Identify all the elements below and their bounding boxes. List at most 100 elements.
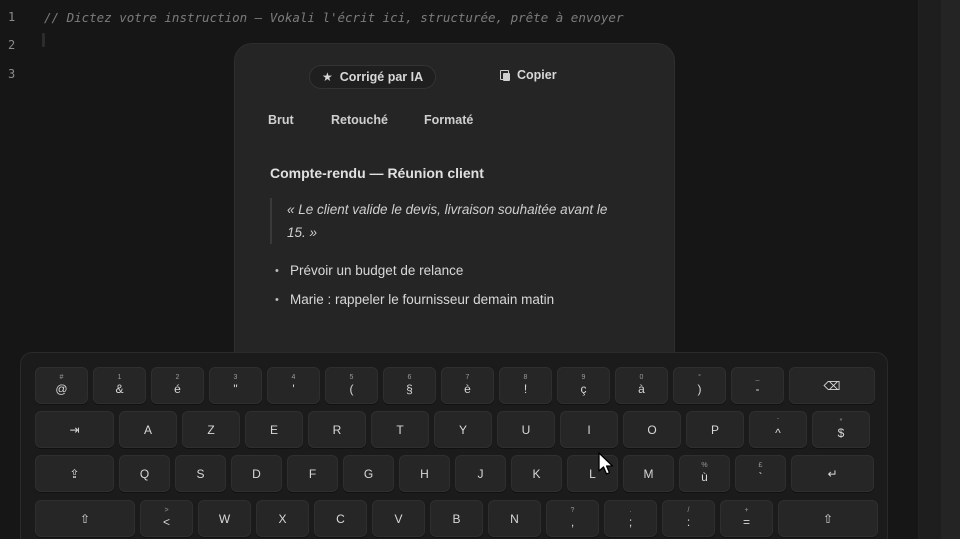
key-secondary-label: 5 [349,374,354,381]
mouse-pointer-icon [598,452,614,475]
key[interactable]: 8! [499,367,552,404]
key[interactable]: 0à [615,367,668,404]
list-item: Marie : rappeler le fournisseur demain m… [275,289,554,318]
key[interactable]: /: [662,500,715,537]
tab-retouche[interactable]: Retouché [331,113,388,127]
shift-key[interactable]: ⇧ [778,500,878,537]
editor-line[interactable]: 1 // Dictez votre instruction — Vokali l… [0,10,900,30]
key[interactable]: 5( [325,367,378,404]
tab-formate[interactable]: Formaté [424,113,473,127]
key-label: U [521,422,531,437]
key[interactable]: > < [140,500,193,537]
key[interactable]: _ - [731,367,784,404]
key-u[interactable]: U [497,411,555,448]
comment-text: // Dictez votre instruction — Vokali l'é… [44,10,624,25]
key-label: S [196,466,205,481]
key-label: , [570,515,575,529]
key-h[interactable]: H [399,455,450,492]
key-label: ! [523,382,528,396]
key-t[interactable]: T [371,411,429,448]
key-secondary-label: 9 [581,374,586,381]
virtual-keyboard: # @1 & 2 é 3 " 4 ' 5(6 § 7 è 8! 9 ç 0 à °) _ - ⌫ ⇥ A Z E R T Y U I O P ¨ ^… [20,352,888,539]
key-label: B [452,511,461,526]
key-g[interactable]: G [343,455,394,492]
tab-brut[interactable]: Brut [268,113,294,127]
key-secondary-label: 6 [407,374,412,381]
key-j[interactable]: J [455,455,506,492]
key-n[interactable]: N [488,500,541,537]
tab-key[interactable]: ⇥ [35,411,114,448]
key-a[interactable]: A [119,411,177,448]
caps-lock-key[interactable]: ⇪ [35,455,114,492]
key-e[interactable]: E [245,411,303,448]
key-i[interactable]: I [560,411,618,448]
key-v[interactable]: V [372,500,425,537]
key-label: ⇥ [69,422,80,437]
key-secondary-label: % [701,462,708,469]
key[interactable]: + = [720,500,773,537]
bullet-list: Prévoir un budget de relance Marie : rap… [275,260,554,318]
key-secondary-label: 7 [465,374,470,381]
key-label: C [336,511,345,526]
key[interactable]: .; [604,500,657,537]
key-secondary-label: ¨ [776,418,780,425]
key-x[interactable]: X [256,500,309,537]
backspace-key[interactable]: ⌫ [789,367,875,404]
key-label: H [420,466,429,481]
copy-button[interactable]: Copier [500,68,557,82]
key-label: ù [701,470,708,484]
key[interactable]: % ù [679,455,730,492]
key-label: ; [628,515,633,529]
key-f[interactable]: F [287,455,338,492]
key-label: P [710,422,719,437]
key[interactable]: 2é [151,367,204,404]
key[interactable]: 1 & [93,367,146,404]
key[interactable]: ?, [546,500,599,537]
key-k[interactable]: K [511,455,562,492]
key-z[interactable]: Z [182,411,240,448]
editor-scrollbar[interactable] [918,0,960,539]
key-label: ⇧ [822,511,834,526]
key-p[interactable]: P [686,411,744,448]
key-label: " [233,382,238,396]
key-secondary-label: 1 [117,374,122,381]
line-number: 2 [8,38,16,52]
line-number: 1 [8,10,16,24]
key-label: T [396,422,404,437]
key-c[interactable]: C [314,500,367,537]
key-r[interactable]: R [308,411,366,448]
copy-icon [500,69,510,81]
key[interactable]: 6 § [383,367,436,404]
ai-corrected-chip[interactable]: ★ Corrigé par IA [309,65,437,89]
key[interactable]: 9ç [557,367,610,404]
key-label: Z [207,422,215,437]
key-label: V [394,511,403,526]
key-m[interactable]: M [623,455,674,492]
key-y[interactable]: Y [434,411,492,448]
shift-key[interactable]: ⇧ [35,500,135,537]
key[interactable]: 3 " [209,367,262,404]
key-w[interactable]: W [198,500,251,537]
key-s[interactable]: S [175,455,226,492]
key-d[interactable]: D [231,455,282,492]
key-secondary-label: . [629,507,632,514]
key[interactable]: # @ [35,367,88,404]
key-label: § [406,382,413,396]
key-q[interactable]: Q [119,455,170,492]
key[interactable]: £ ` [735,455,786,492]
key-o[interactable]: O [623,411,681,448]
document-title: Compte-rendu — Réunion client [270,165,484,181]
key[interactable]: 7è [441,367,494,404]
key-secondary-label: 0 [639,374,644,381]
key-b[interactable]: B [430,500,483,537]
key[interactable]: * $ [812,411,870,448]
ai-chip-label: Corrigé par IA [339,70,424,84]
key-label: K [532,466,541,481]
key[interactable]: ¨ ^ [749,411,807,448]
key[interactable]: °) [673,367,726,404]
key-secondary-label: 2 [175,374,180,381]
key-label: @ [55,382,68,396]
key[interactable]: 4 ' [267,367,320,404]
key-label: E [269,422,278,437]
return-key[interactable]: ↵ [791,455,874,492]
